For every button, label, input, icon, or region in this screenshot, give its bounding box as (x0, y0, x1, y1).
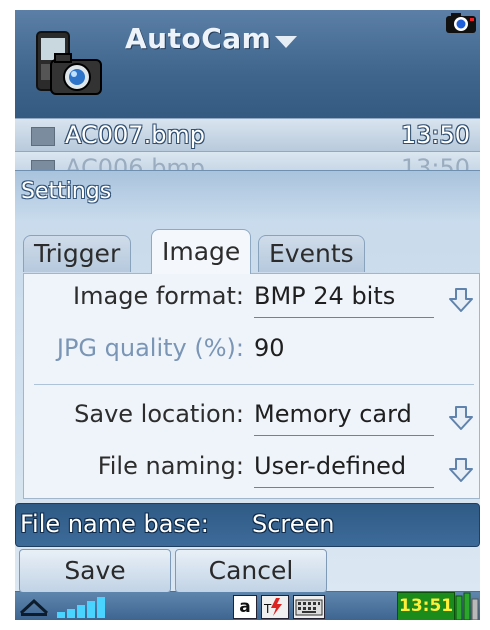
tab-image[interactable]: Image (151, 229, 252, 274)
file-name-base-field[interactable]: File name base: Screen (15, 503, 480, 547)
save-button[interactable]: Save (19, 549, 171, 593)
save-location-label: Save location: (74, 400, 244, 428)
dropdown-arrow-icon[interactable] (448, 405, 474, 431)
list-item[interactable]: AC006.bmp 13:50 (15, 152, 480, 182)
image-settings-panel: Image format: BMP 24 bits JPG quality (%… (23, 273, 480, 499)
input-mode-indicator[interactable]: a (233, 595, 257, 619)
field-underline (254, 317, 434, 318)
dropdown-arrow-icon[interactable] (448, 457, 474, 483)
chevron-down-icon[interactable] (275, 36, 297, 48)
image-format-row[interactable]: Image format: BMP 24 bits (24, 274, 479, 324)
camera-phone-icon (36, 31, 102, 95)
app-title[interactable]: AutoCam (125, 22, 271, 55)
status-bar: a T 13:51 (15, 592, 480, 620)
predictive-text-icon[interactable]: T (261, 595, 289, 619)
tab-trigger[interactable]: Trigger (23, 235, 132, 272)
chevron-up-icon[interactable] (19, 597, 49, 617)
file-name-base-value[interactable]: Screen (252, 510, 335, 538)
clock: 13:51 (399, 596, 454, 616)
save-location-value[interactable]: Memory card (254, 400, 412, 428)
camera-indicator-icon (446, 13, 476, 33)
jpg-quality-label: JPG quality (%): (56, 334, 244, 362)
dialog-title: Settings (21, 179, 112, 204)
jpg-quality-row: JPG quality (%): 90 (24, 326, 479, 376)
jpg-quality-value: 90 (254, 334, 285, 362)
file-time: 13:50 (400, 121, 470, 149)
image-file-icon (31, 127, 55, 146)
field-underline (254, 435, 434, 436)
tab-bar: Trigger Image Events (23, 229, 478, 274)
file-naming-value[interactable]: User-defined (254, 452, 406, 480)
file-name: AC007.bmp (65, 121, 206, 149)
battery-level-icon (455, 592, 479, 620)
dropdown-arrow-icon[interactable] (448, 287, 474, 313)
file-naming-row[interactable]: File naming: User-defined (24, 444, 479, 494)
signal-strength-icon (57, 597, 105, 618)
divider (34, 384, 474, 385)
image-format-value[interactable]: BMP 24 bits (254, 282, 395, 310)
title-bar: AutoCam (15, 10, 480, 118)
save-location-row[interactable]: Save location: Memory card (24, 392, 479, 442)
tab-events[interactable]: Events (258, 235, 365, 272)
settings-dialog: Settings Trigger Image Events Image form… (15, 170, 480, 593)
keyboard-icon[interactable] (293, 595, 325, 619)
device-screen: AutoCam AC007.bmp 13:50 AC006.bmp 13:50 … (15, 10, 480, 620)
file-name-base-label: File name base: (20, 510, 209, 538)
cancel-button[interactable]: Cancel (175, 549, 327, 593)
file-naming-label: File naming: (97, 452, 244, 480)
image-format-label: Image format: (73, 282, 244, 310)
list-item[interactable]: AC007.bmp 13:50 (15, 118, 480, 152)
svg-text:T: T (263, 602, 272, 616)
field-underline (254, 487, 434, 488)
